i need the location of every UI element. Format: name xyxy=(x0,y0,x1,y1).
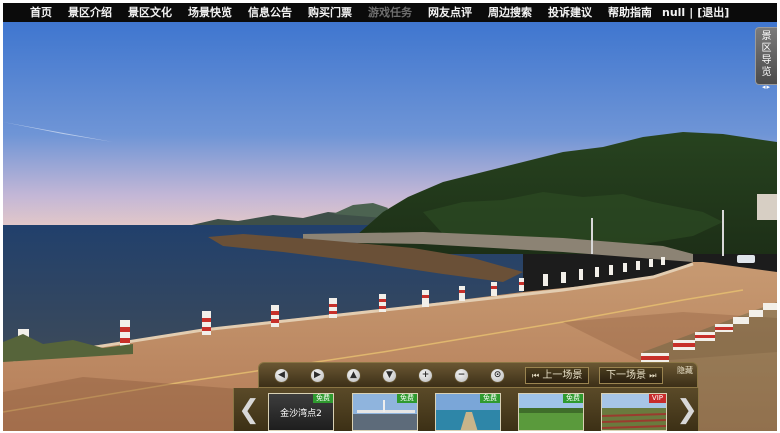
free-badge: 免费 xyxy=(480,394,500,403)
fullscreen-icon[interactable]: ⊙ xyxy=(490,368,505,383)
nav-nearby-search[interactable]: 周边搜索 xyxy=(488,3,532,22)
thumbnail-scene-5[interactable]: VIP xyxy=(601,393,667,431)
nav-scenic-culture[interactable]: 景区文化 xyxy=(128,3,172,22)
prev-scene-icon: ⏮ xyxy=(532,371,540,380)
nav-complaints[interactable]: 投诉建议 xyxy=(548,3,592,22)
nav-announcements[interactable]: 信息公告 xyxy=(248,3,292,22)
rotate-right-icon[interactable]: ▶ xyxy=(310,368,325,383)
free-badge: 免费 xyxy=(563,394,583,403)
free-badge: 免费 xyxy=(313,394,333,403)
look-down-icon[interactable]: ▼ xyxy=(382,368,397,383)
hide-panel-button[interactable]: 隐藏 xyxy=(675,366,695,375)
thumbs-left-arrow-icon[interactable]: ❮ xyxy=(238,394,260,428)
thumbnail-scene-2[interactable]: 免费 xyxy=(352,393,418,431)
zoom-in-icon[interactable]: + xyxy=(418,368,433,383)
thumbnail-scene-3[interactable]: 免费 xyxy=(435,393,501,431)
scenic-guide-tab[interactable]: 景区导览 ◂▸ xyxy=(755,27,777,91)
thumbnail-scene-4[interactable]: 免费 xyxy=(518,393,584,431)
look-up-icon[interactable]: ▲ xyxy=(346,368,361,383)
nav-buy-tickets[interactable]: 购买门票 xyxy=(308,3,352,22)
nav-scenic-intro[interactable]: 景区介绍 xyxy=(68,3,112,22)
next-scene-button[interactable]: 下一场景 ⏭ xyxy=(599,367,664,384)
thumbnail-scene-1[interactable]: 金沙湾点2 免费 xyxy=(268,393,334,431)
next-scene-icon: ⏭ xyxy=(649,371,657,380)
scenic-guide-label: 景区导览 xyxy=(761,31,772,78)
next-scene-label: 下一场景 xyxy=(606,370,646,381)
thumbs-right-arrow-icon[interactable]: ❯ xyxy=(676,394,698,428)
zoom-out-icon[interactable]: − xyxy=(454,368,469,383)
top-nav: 首页 景区介绍 景区文化 场景快览 信息公告 购买门票 游戏任务 网友点评 周边… xyxy=(3,3,777,22)
nav-help[interactable]: 帮助指南 xyxy=(608,3,652,22)
nav-home[interactable]: 首页 xyxy=(30,3,52,22)
nav-reviews[interactable]: 网友点评 xyxy=(428,3,472,22)
expand-arrows-icon: ◂▸ xyxy=(761,83,772,91)
control-panel: ◀ ▶ ▲ ▼ + − ⊙ ⏮ 上一场景 下一场景 ⏭ 隐藏 ❮ 金沙湾点2 免… xyxy=(233,362,699,431)
nav-scene-overview[interactable]: 场景快览 xyxy=(188,3,232,22)
panorama-viewer[interactable]: 首页 景区介绍 景区文化 场景快览 信息公告 购买门票 游戏任务 网友点评 周边… xyxy=(3,3,777,431)
control-bar: ◀ ▶ ▲ ▼ + − ⊙ ⏮ 上一场景 下一场景 ⏭ 隐藏 xyxy=(258,362,698,388)
thumbnail-strip: ❮ 金沙湾点2 免费 免费 免费 免费 VIP ❯ xyxy=(233,388,699,431)
prev-scene-button[interactable]: ⏮ 上一场景 xyxy=(525,367,590,384)
rotate-left-icon[interactable]: ◀ xyxy=(274,368,289,383)
free-badge: 免费 xyxy=(397,394,417,403)
thumbnail-label: 金沙湾点2 xyxy=(280,409,322,419)
vip-badge: VIP xyxy=(648,394,666,403)
nav-separator: | xyxy=(689,6,694,19)
nav-game-tasks[interactable]: 游戏任务 xyxy=(368,3,412,22)
user-name: null xyxy=(662,6,686,19)
prev-scene-label: 上一场景 xyxy=(542,370,583,381)
logout-link[interactable]: [退出] xyxy=(697,3,729,22)
